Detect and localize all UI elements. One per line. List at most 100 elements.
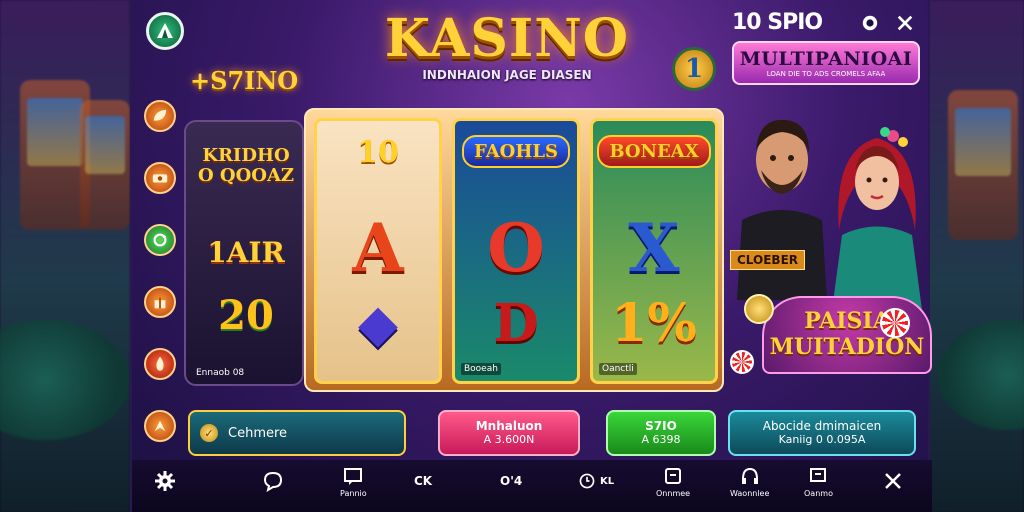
reel-1: 10 A ◆ <box>314 118 442 384</box>
slot-reels[interactable]: 10 A ◆ FAOHLS O D Booeah BONEAX X 1% Oan… <box>304 108 724 392</box>
bottom-toolbar: Pannio CK Oꞌ4 KL Onnmee Waonnlee Oanmo <box>132 460 932 512</box>
reel-3: BONEAX X 1% Oanctli <box>590 118 718 384</box>
leaf-icon <box>153 109 167 121</box>
slot-mid-text: 1AIR <box>207 236 285 269</box>
spin-value: A 6398 <box>641 433 681 446</box>
gear-icon <box>155 471 175 491</box>
toolbar-label: Waonnlee <box>730 489 770 498</box>
slot-big-number: 20 <box>218 292 274 339</box>
history-icon <box>665 468 682 484</box>
toolbar-ok[interactable]: Oꞌ4 <box>500 474 522 488</box>
slot-top-text: KRIDHO O QOOAZ <box>197 145 295 186</box>
page-title: KASINO <box>384 8 630 69</box>
reel-symbol-bot: ◆ <box>358 293 398 354</box>
reel-symbol-mid: O <box>487 209 545 287</box>
reel-symbol-top: BONEAX <box>597 135 711 168</box>
close-icon <box>897 15 913 31</box>
bet-button[interactable]: Mnhaluon A 3.600N <box>438 410 580 456</box>
toolbar-label: CK <box>414 474 433 488</box>
spin-icon <box>153 233 167 247</box>
game-panel: +S7INO KASINO INDNHAION JAGE DIASEN 1 10… <box>130 0 932 512</box>
toolbar-messages[interactable]: Pannio <box>340 466 367 498</box>
reel-2: FAOHLS O D Booeah <box>452 118 580 384</box>
reel-symbol-mid: A <box>352 209 404 287</box>
headset-icon <box>741 467 758 484</box>
reel-symbol-bot: D <box>493 293 539 354</box>
level-badge[interactable]: 1 <box>672 47 716 91</box>
cash-icon <box>152 174 168 183</box>
side-menu <box>144 100 178 410</box>
promo-subtext: LOAN DIE TO ADS CROMELS AFAA <box>766 70 886 78</box>
home-logo-button[interactable] <box>146 12 184 50</box>
arcade-machine-blur <box>948 90 1018 240</box>
promo-panel: 10 SPIO MULTIPANIOAI LOAN DIE TO ADS CRO… <box>732 10 920 85</box>
arcade-machine-blur <box>80 100 130 230</box>
promo-line-2: MUITADION <box>769 334 925 360</box>
background-right <box>928 0 1024 512</box>
casino-subtitle: +S7INO <box>190 66 299 95</box>
info-button[interactable] <box>859 12 881 34</box>
dealer-tag: CLOEBER <box>730 250 806 270</box>
auto-play-button[interactable]: Abocide dmimaicen Kaniig 0 0.095A <box>728 410 916 456</box>
toolbar-menu[interactable]: Oanmo <box>804 466 833 498</box>
close-button[interactable] <box>894 12 916 34</box>
coin-icon: ✓ <box>200 424 218 442</box>
reel-symbol-top: FAOHLS <box>461 135 571 168</box>
female-dealer-image <box>832 127 922 310</box>
tent-icon <box>157 23 173 38</box>
bet-value: A 3.600N <box>483 433 535 446</box>
chip-decoration <box>880 308 910 338</box>
bet-label: Mnhaluon <box>475 419 543 433</box>
toolbar-label: Oꞌ4 <box>500 474 523 488</box>
balance-button[interactable]: ✓ Cehmere <box>188 410 406 456</box>
table-blur <box>938 320 1024 430</box>
reel-symbol-bot: 1% <box>611 293 697 354</box>
male-dealer-image <box>737 119 827 300</box>
bonus-button[interactable] <box>144 410 176 442</box>
background-left <box>0 0 130 512</box>
toolbar-clock[interactable]: KL <box>578 472 614 490</box>
fire-icon <box>156 356 164 371</box>
slot-footer: Ennaob 08 <box>196 368 245 378</box>
clock-icon <box>579 473 595 489</box>
promo-headline: MULTIPANIOAI <box>739 48 913 70</box>
rocket-icon <box>154 420 166 432</box>
spin-button[interactable]: S7IO A 6398 <box>606 410 716 456</box>
tagline: INDNHAION JAGE DIASEN <box>422 68 592 82</box>
toolbar-exit[interactable] <box>882 470 904 492</box>
spin-label: S7IO <box>645 419 677 433</box>
reel-symbol-mid: X <box>628 209 680 287</box>
dealer-characters <box>727 100 932 310</box>
toolbar-history[interactable]: Onnmee <box>656 466 690 498</box>
table-blur <box>0 320 130 440</box>
message-icon <box>344 468 363 485</box>
balance-label: Cehmere <box>228 425 288 441</box>
toolbar-chat[interactable] <box>262 470 284 492</box>
toolbar-label: Oanmo <box>804 489 833 498</box>
side-button-spin[interactable] <box>144 224 176 256</box>
toolbar-label: KL <box>600 475 615 487</box>
toolbar-label: Pannio <box>340 489 367 498</box>
side-button-leaf[interactable] <box>144 100 176 132</box>
toolbar-support[interactable]: Waonnlee <box>730 466 769 498</box>
reel-footer: Oanctli <box>599 363 637 375</box>
info-icon <box>862 15 878 31</box>
close-icon <box>885 473 901 489</box>
coin-decoration <box>744 294 774 324</box>
side-button-gift[interactable] <box>144 286 176 318</box>
toolbar-settings[interactable] <box>154 470 176 492</box>
multiplier-button[interactable]: MULTIPANIOAI LOAN DIE TO ADS CROMELS AFA… <box>732 41 920 85</box>
auto-play-label: Abocide dmimaicen <box>762 419 882 433</box>
chat-icon <box>263 471 283 492</box>
featured-slot-machine[interactable]: KRIDHO O QOOAZ 1AIR 20 Ennaob 08 <box>184 120 304 386</box>
side-button-cash[interactable] <box>144 162 176 194</box>
chip-decoration <box>730 350 754 374</box>
reel-footer: Booeah <box>461 363 501 375</box>
toolbar-back[interactable]: CK <box>414 474 432 488</box>
gift-icon <box>154 297 166 309</box>
auto-play-value: Kaniig 0 0.095A <box>778 433 866 446</box>
spin-counter: 10 SPIO <box>732 10 823 35</box>
side-button-fire[interactable] <box>144 348 176 380</box>
feature-promo-button[interactable]: PAISIA MUITADION <box>762 296 932 374</box>
toolbar-label: Onnmee <box>656 489 691 498</box>
